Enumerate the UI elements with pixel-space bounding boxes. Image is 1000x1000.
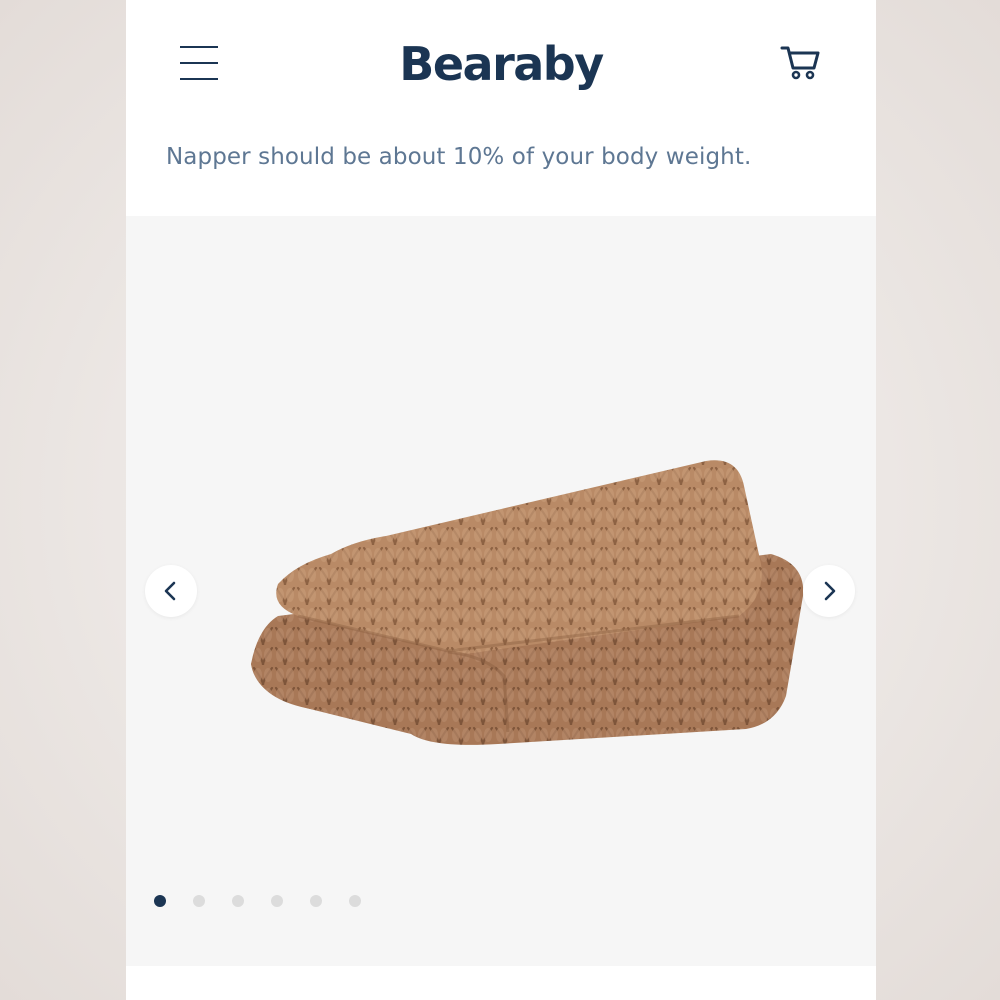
bottom-section bbox=[126, 966, 876, 1000]
carousel-dot-2[interactable] bbox=[193, 895, 205, 907]
carousel-dot-4[interactable] bbox=[271, 895, 283, 907]
carousel-dot-6[interactable] bbox=[349, 895, 361, 907]
hamburger-menu-button[interactable] bbox=[180, 42, 218, 80]
bearaby-logo[interactable]: Bearaby bbox=[391, 26, 611, 98]
weight-tip-text: Napper should be about 10% of your body … bbox=[166, 144, 752, 170]
knit-blanket-image bbox=[251, 460, 804, 745]
product-page: Bearaby Napper should be about 10% of yo… bbox=[126, 0, 876, 1000]
logo-text: Bearaby bbox=[399, 37, 604, 91]
carousel-dot-3[interactable] bbox=[232, 895, 244, 907]
site-header: Bearaby bbox=[126, 0, 876, 128]
menu-line bbox=[180, 46, 218, 48]
carousel-dot-1[interactable] bbox=[154, 895, 166, 907]
shopping-cart-icon bbox=[780, 46, 820, 80]
chevron-left-icon bbox=[164, 581, 176, 601]
menu-line bbox=[180, 78, 218, 80]
product-image-carousel[interactable] bbox=[126, 216, 876, 966]
next-image-button[interactable] bbox=[803, 565, 855, 617]
weight-tip-bar bbox=[126, 128, 876, 216]
cart-button[interactable] bbox=[779, 40, 823, 84]
carousel-dot-5[interactable] bbox=[310, 895, 322, 907]
menu-line bbox=[180, 62, 218, 64]
previous-image-button[interactable] bbox=[145, 565, 197, 617]
blanket-front-edge bbox=[251, 644, 508, 745]
chevron-right-icon bbox=[824, 581, 836, 601]
